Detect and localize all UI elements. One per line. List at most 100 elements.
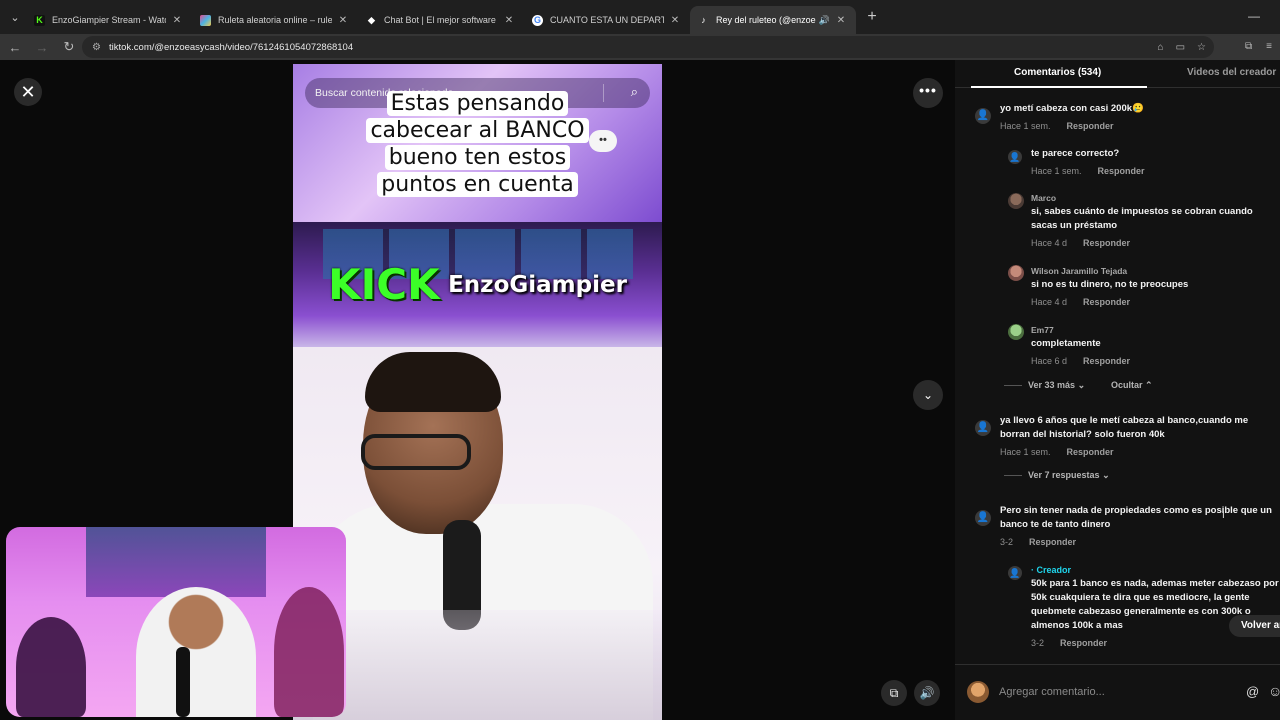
comment: ya llevo 6 años que le metí cabeza al ba… (1000, 414, 1275, 459)
chevron-down-icon[interactable]: ⌄ (913, 380, 943, 410)
browser-tab-kick[interactable]: K EnzoGiampier Stream - Watch l ✕ (26, 6, 192, 34)
see-replies-label: Ver 7 respuestas (1028, 470, 1100, 480)
comments-panel: Comentarios (534) Videos del creador 👤 y… (955, 60, 1280, 720)
tab-close-icon[interactable]: ✕ (502, 15, 516, 26)
comment-author[interactable]: Em77 (1031, 323, 1271, 337)
new-tab-button[interactable]: + (860, 8, 884, 26)
chatbot-favicon-icon: ◆ (368, 14, 375, 25)
speaker-icon[interactable]: 🔊 (819, 15, 830, 26)
mention-icon[interactable]: @ (1246, 684, 1259, 699)
video-player[interactable]: Buscar contenido relacionado ⌕ Estas pen… (293, 64, 662, 720)
tab-search-chevron-icon[interactable]: ⌄ (4, 6, 26, 28)
minimize-icon[interactable]: — (1248, 9, 1260, 23)
comment: yo metí cabeza con casi 200k🥲 Hace 1 sem… (1000, 102, 1270, 133)
reply: te parece correcto? Hace 1 sem. Responder (1031, 147, 1271, 178)
kick-favicon-icon: K (34, 14, 45, 26)
tab-title: EnzoGiampier Stream - Watch l (52, 15, 166, 25)
tiktok-page: ✕ ••• ⌄ ⧉ 🔊 Buscar contenido relacionado… (0, 60, 1280, 720)
comment: Pero sin tener nada de propiedades como … (1000, 504, 1278, 549)
hide-label: Ocultar (1111, 380, 1143, 390)
default-avatar-icon[interactable]: 👤 (975, 510, 991, 526)
reply: Em77 completamente Hace 6 d Responder (1031, 323, 1271, 368)
kick-banner: KICK EnzoGiampier (293, 260, 662, 309)
emoji-icon[interactable]: ☺ (1268, 683, 1280, 699)
volume-icon[interactable]: 🔊 (914, 680, 940, 706)
floating-player-icon[interactable]: ⧉ (881, 680, 907, 706)
caption-line: puntos en cuenta (377, 172, 578, 197)
comment-time: Hace 1 sem. (1000, 121, 1051, 131)
see-more-replies[interactable]: Ver 33 más ⌄ (1004, 380, 1085, 391)
site-info-icon[interactable]: ⚙ (92, 42, 101, 53)
comment-time: Hace 4 d (1031, 238, 1068, 248)
default-avatar-icon[interactable]: 👤 (975, 108, 991, 124)
address-bar[interactable]: ⚙ tiktok.com/@enzoeasycash/video/7612461… (82, 36, 1214, 58)
hide-replies[interactable]: Ocultar ⌃ (1111, 380, 1153, 391)
reply-button[interactable]: Responder (1083, 238, 1130, 248)
caption-line: Estas pensando (386, 91, 569, 116)
tab-close-icon[interactable]: ✕ (668, 15, 682, 26)
comment-text: yo metí cabeza con casi 200k🥲 (1000, 103, 1144, 114)
extensions-icon[interactable]: ⧉ (1245, 41, 1252, 52)
tab-close-icon[interactable]: ✕ (834, 15, 848, 26)
reply-button[interactable]: Responder (1029, 537, 1076, 547)
comment-text: completamente (1031, 338, 1101, 349)
close-icon[interactable]: ✕ (14, 78, 42, 106)
comment-author[interactable]: Wilson Jaramillo Tejada (1031, 264, 1271, 278)
tab-creator-videos[interactable]: Videos del creador (1187, 67, 1276, 78)
bookmark-star-icon[interactable]: ☆ (1197, 42, 1206, 53)
browser-tab-chatbot[interactable]: ◆ Chat Bot | El mejor software pa ✕ (358, 6, 524, 34)
chevron-up-icon: ⌃ (1145, 380, 1153, 390)
reply-button[interactable]: Responder (1067, 121, 1114, 131)
comment-time: 3-2 (1000, 537, 1014, 547)
tab-comments[interactable]: Comentarios (534) (1014, 67, 1101, 78)
emoji-icon: •• (589, 130, 617, 152)
url-text: tiktok.com/@enzoeasycash/video/761246105… (108, 41, 354, 53)
chevron-down-icon: ⌄ (1077, 380, 1086, 390)
default-avatar-icon[interactable]: 👤 (1008, 566, 1022, 580)
tab-close-icon[interactable]: ✕ (170, 15, 184, 26)
default-avatar-icon[interactable]: 👤 (1008, 150, 1022, 164)
comment-input[interactable]: Agregar comentario... (999, 679, 1280, 705)
browser-tab-tiktok[interactable]: ♪ Rey del ruleteo (@enzoeasy 🔊 ✕ (690, 6, 856, 34)
browser-tab-ruleta[interactable]: ■ Ruleta aleatoria online – ruleta ✕ (192, 6, 358, 34)
default-avatar-icon[interactable]: 👤 (975, 420, 991, 436)
person-glasses (361, 434, 471, 470)
browser-toolbar: ← → ↻ ⚙ tiktok.com/@enzoeasycash/video/7… (0, 34, 1280, 60)
google-favicon-icon: G (532, 14, 543, 26)
reply-button[interactable]: Responder (1067, 447, 1114, 457)
reply-button[interactable]: Responder (1060, 638, 1107, 648)
reload-icon[interactable]: ↻ (57, 39, 81, 55)
comment-text: te parece correcto? (1031, 148, 1120, 159)
browser-tab-google[interactable]: G CUANTO ESTA UN DEPARTAMEN ✕ (524, 6, 690, 34)
comment-author[interactable]: Marco (1031, 191, 1271, 205)
reply-button[interactable]: Responder (1083, 356, 1130, 366)
caption-line: cabecear al BANCO (366, 118, 589, 143)
avatar[interactable] (1008, 324, 1024, 340)
tab-close-icon[interactable]: ✕ (336, 15, 350, 26)
reply-button[interactable]: Responder (1098, 166, 1145, 176)
forward-arrow-icon[interactable]: → (30, 40, 54, 55)
see-replies[interactable]: Ver 7 respuestas ⌄ (1004, 470, 1110, 481)
more-options-icon[interactable]: ••• (913, 78, 943, 108)
back-arrow-icon[interactable]: ← (3, 40, 27, 55)
video-area: ✕ ••• ⌄ ⧉ 🔊 Buscar contenido relacionado… (0, 60, 955, 720)
webcam-room (86, 527, 266, 597)
comment-time: Hace 1 sem. (1000, 447, 1051, 457)
webcam-plant-left (16, 617, 86, 717)
cast-icon[interactable]: ▭ (1176, 42, 1185, 53)
avatar[interactable] (1008, 265, 1024, 281)
translate-icon[interactable]: ⌂ (1158, 42, 1164, 53)
back-to-top-button[interactable]: Volver ar (1229, 615, 1280, 637)
reading-list-icon[interactable]: ≡ (1266, 41, 1272, 52)
avatar[interactable] (1008, 193, 1024, 209)
comment-text: si, sabes cuánto de impuestos se cobran … (1031, 206, 1253, 231)
comment-text: ya llevo 6 años que le metí cabeza al ba… (1000, 415, 1249, 440)
webcam-person (136, 587, 256, 717)
streamer-name: EnzoGiampier (448, 271, 627, 298)
browser-tab-bar: ⌄ K EnzoGiampier Stream - Watch l ✕ ■ Ru… (0, 0, 1280, 34)
see-more-label: Ver 33 más (1028, 380, 1076, 390)
tab-title: Chat Bot | El mejor software pa (384, 15, 498, 25)
tiktok-favicon-icon: ♪ (701, 14, 706, 25)
webcam-overlay (6, 527, 346, 717)
reply-button[interactable]: Responder (1083, 297, 1130, 307)
